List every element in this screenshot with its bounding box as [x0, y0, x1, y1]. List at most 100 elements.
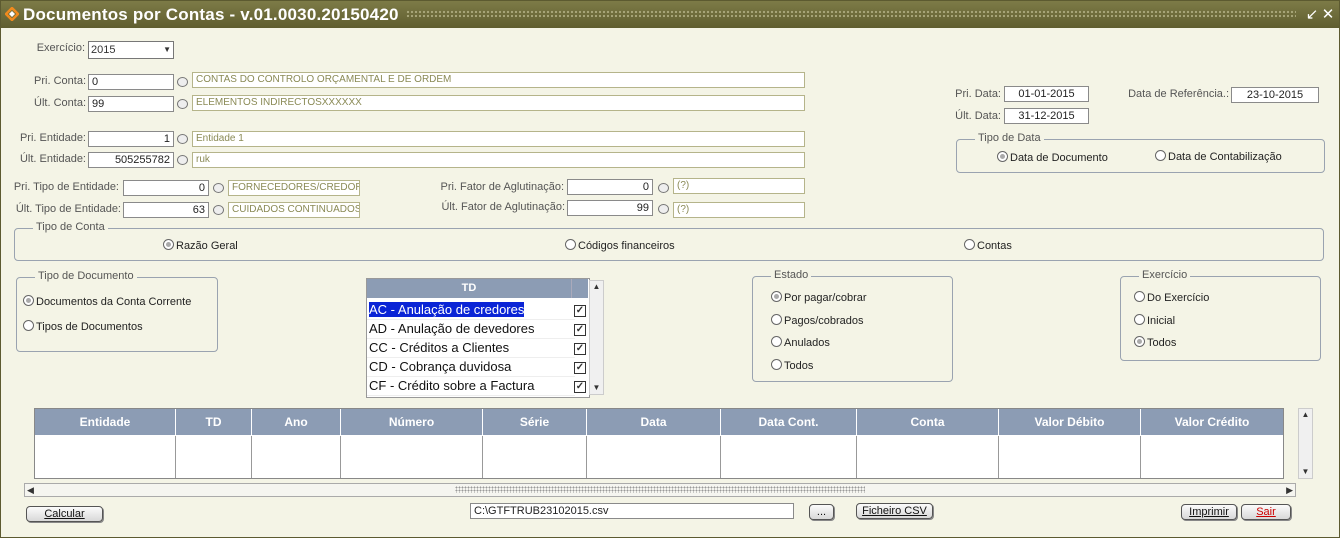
pri-fator-desc: (?) [673, 178, 805, 194]
scroll-right-icon[interactable]: ▶ [1286, 484, 1293, 496]
browse-button[interactable]: ... [809, 504, 834, 520]
radio-inicial[interactable]: Inicial [1134, 314, 1175, 327]
grid-header-data[interactable]: Data [587, 409, 721, 435]
scroll-thumb[interactable] [455, 486, 865, 493]
results-grid[interactable]: Entidade TD Ano Número Série Data Data C… [34, 408, 1284, 479]
ult-entidade-input[interactable]: 505255782 [88, 152, 174, 168]
radio-label: Data de Contabilização [1168, 151, 1282, 163]
ult-data-input[interactable]: 31-12-2015 [1004, 108, 1089, 124]
list-item[interactable]: CC - Créditos a Clientes [367, 339, 575, 358]
ult-tipo-entidade-lookup-icon[interactable] [213, 205, 224, 215]
grid-cell[interactable] [483, 436, 587, 478]
checkbox-checked-icon[interactable]: ✓ [574, 343, 586, 355]
pri-tipo-entidade-desc: FORNECEDORES/CREDOR [228, 180, 360, 196]
grid-header-valor-credito[interactable]: Valor Crédito [1141, 409, 1283, 435]
radio-documentos-conta-corrente[interactable]: Documentos da Conta Corrente [23, 295, 191, 308]
radio-pagos[interactable]: Pagos/cobrados [771, 314, 864, 327]
radio-selected-icon [1134, 336, 1145, 347]
data-referencia-input[interactable]: 23-10-2015 [1231, 87, 1319, 103]
grid-cell[interactable] [857, 436, 999, 478]
radio-do-exercicio[interactable]: Do Exercício [1134, 291, 1209, 304]
radio-label: Todos [1147, 337, 1177, 349]
radio-anulados[interactable]: Anulados [771, 336, 830, 349]
ult-tipo-entidade-input[interactable]: 63 [123, 202, 209, 218]
radio-label: Tipos de Documentos [36, 321, 143, 333]
td-list-header-check [571, 279, 588, 298]
pri-entidade-lookup-icon[interactable] [177, 134, 188, 144]
ult-conta-input[interactable]: 99 [88, 96, 174, 112]
grid-cell[interactable] [176, 436, 252, 478]
grid-cell[interactable] [1141, 436, 1283, 478]
grid-cell[interactable] [35, 436, 176, 478]
pri-conta-input[interactable]: 0 [88, 74, 174, 90]
pri-fator-input[interactable]: 0 [567, 179, 653, 195]
list-item[interactable]: CD - Cobrança duvidosa [367, 358, 575, 377]
scroll-down-icon[interactable]: ▼ [590, 382, 603, 394]
grid-cell[interactable] [587, 436, 721, 478]
radio-estado-todos[interactable]: Todos [771, 359, 813, 372]
title-pattern [406, 10, 1296, 19]
scroll-down-icon[interactable]: ▼ [1299, 466, 1312, 478]
file-path-input[interactable]: C:\GTFTRUB23102015.csv [470, 503, 794, 519]
grid-header-valor-debito[interactable]: Valor Débito [999, 409, 1141, 435]
tipo-conta-group: Tipo de Conta Razão Geral Códigos financ… [14, 221, 1324, 261]
td-list-scrollbar[interactable]: ▲ ▼ [589, 280, 604, 395]
radio-data-documento[interactable]: Data de Documento [997, 151, 1108, 164]
list-item[interactable]: CF - Crédito sobre a Factura [367, 377, 575, 396]
checkbox-checked-icon[interactable]: ✓ [574, 362, 586, 374]
radio-razao-geral[interactable]: Razão Geral [163, 239, 238, 252]
radio-por-pagar[interactable]: Por pagar/cobrar [771, 291, 867, 304]
minimize-icon[interactable]: ↙ [1304, 5, 1320, 23]
ult-entidade-lookup-icon[interactable] [177, 155, 188, 165]
grid-header-entidade[interactable]: Entidade [35, 409, 176, 435]
radio-icon [1134, 314, 1145, 325]
radio-codigos-financeiros[interactable]: Códigos financeiros [565, 239, 675, 252]
pri-tipo-entidade-input[interactable]: 0 [123, 180, 209, 196]
pri-entidade-input[interactable]: 1 [88, 131, 174, 147]
radio-data-contabilizacao[interactable]: Data de Contabilização [1155, 150, 1282, 163]
grid-header-serie[interactable]: Série [483, 409, 587, 435]
scroll-up-icon[interactable]: ▲ [1299, 409, 1312, 421]
checkbox-checked-icon[interactable]: ✓ [574, 381, 586, 393]
grid-cell[interactable] [252, 436, 341, 478]
grid-header-conta[interactable]: Conta [857, 409, 999, 435]
tipo-data-title: Tipo de Data [975, 132, 1044, 144]
grid-header-ano[interactable]: Ano [252, 409, 341, 435]
list-item[interactable]: AC - Anulação de credores [367, 301, 575, 320]
ult-conta-desc: ELEMENTOS INDIRECTOSXXXXXX [192, 95, 805, 111]
calcular-button[interactable]: Calcular [26, 506, 103, 522]
list-item[interactable]: AD - Anulação de devedores [367, 320, 575, 339]
grid-cell[interactable] [999, 436, 1141, 478]
grid-cell[interactable] [721, 436, 857, 478]
radio-label: Por pagar/cobrar [784, 292, 867, 304]
grid-header-td[interactable]: TD [176, 409, 252, 435]
pri-conta-lookup-icon[interactable] [177, 77, 188, 87]
ult-conta-lookup-icon[interactable] [177, 99, 188, 109]
grid-header-numero[interactable]: Número [341, 409, 483, 435]
grid-cell[interactable] [341, 436, 483, 478]
grid-header-data-cont[interactable]: Data Cont. [721, 409, 857, 435]
checkbox-checked-icon[interactable]: ✓ [574, 324, 586, 336]
grid-vertical-scrollbar[interactable]: ▲ ▼ [1298, 408, 1313, 479]
scroll-left-icon[interactable]: ◀ [27, 484, 34, 496]
sair-button[interactable]: Sair [1241, 504, 1291, 520]
td-list[interactable]: TD AC - Anulação de credores ✓ AD - Anul… [366, 278, 590, 398]
scroll-up-icon[interactable]: ▲ [590, 281, 603, 293]
grid-horizontal-scrollbar[interactable]: ◀ ▶ [24, 483, 1296, 497]
ult-fator-input[interactable]: 99 [567, 200, 653, 216]
pri-fator-lookup-icon[interactable] [658, 183, 669, 193]
radio-exercicio-todos[interactable]: Todos [1134, 336, 1176, 349]
exercicio-select[interactable]: 2015 ▼ [88, 41, 174, 59]
close-icon[interactable]: ✕ [1320, 5, 1336, 23]
pri-data-input[interactable]: 01-01-2015 [1004, 86, 1089, 102]
ficheiro-csv-button[interactable]: Ficheiro CSV [856, 503, 933, 519]
pri-tipo-entidade-lookup-icon[interactable] [213, 183, 224, 193]
estado-group: Estado Por pagar/cobrar Pagos/cobrados A… [752, 269, 953, 382]
tipo-data-group: Tipo de Data Data de Documento Data de C… [956, 132, 1325, 173]
ult-fator-lookup-icon[interactable] [658, 204, 669, 214]
checkbox-checked-icon[interactable]: ✓ [574, 305, 586, 317]
radio-tipos-documentos[interactable]: Tipos de Documentos [23, 320, 143, 333]
imprimir-button[interactable]: Imprimir [1181, 504, 1237, 520]
ult-fator-label: Últ. Fator de Aglutinação: [441, 201, 565, 213]
radio-contas[interactable]: Contas [964, 239, 1012, 252]
